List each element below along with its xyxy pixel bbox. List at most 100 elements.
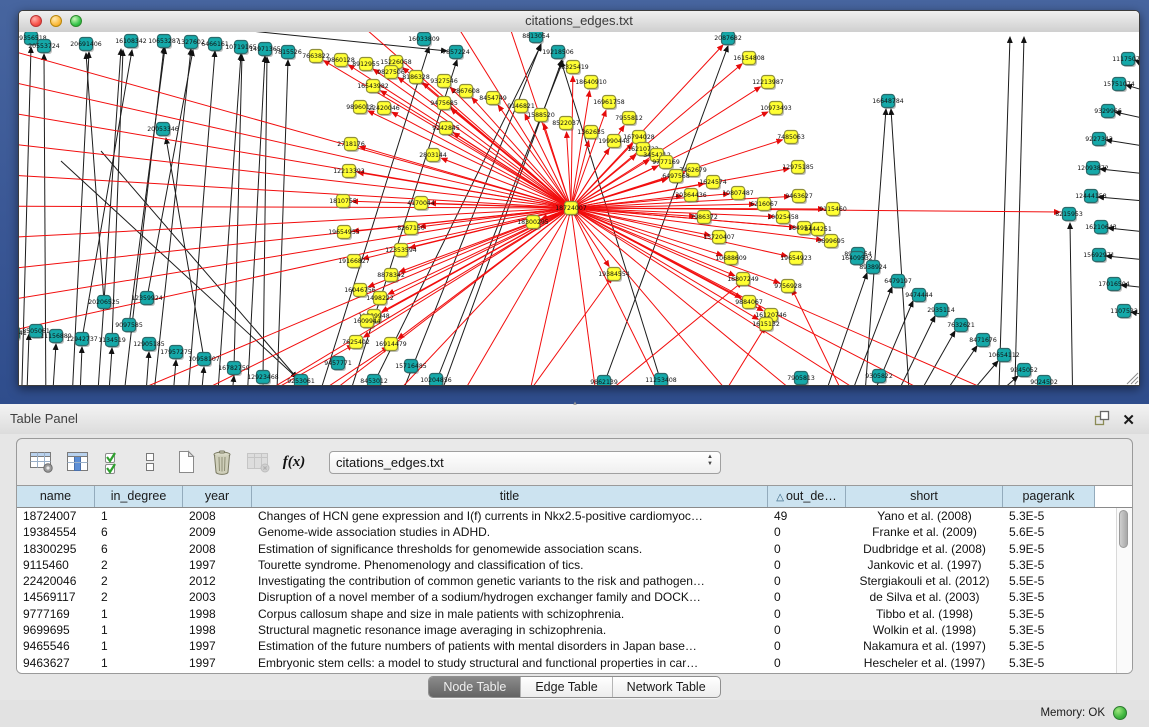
graph-node[interactable]: 2803144 bbox=[419, 149, 447, 164]
graph-node[interactable]: 16108342 bbox=[115, 35, 147, 50]
table-row[interactable]: 969969511998Structural magnetic resonanc… bbox=[17, 622, 1132, 638]
graph-node[interactable]: 20053346 bbox=[147, 123, 179, 138]
graph-node[interactable]: 10204856 bbox=[420, 374, 452, 386]
graph-node[interactable]: 7905813 bbox=[787, 372, 815, 386]
graph-node[interactable]: 19218506 bbox=[542, 46, 574, 61]
graph-node[interactable]: 10688609 bbox=[715, 252, 747, 267]
graph-node[interactable]: 16648784 bbox=[872, 95, 904, 110]
graph-node[interactable]: 10958107 bbox=[188, 353, 220, 368]
graph-node[interactable]: 8186328 bbox=[402, 71, 430, 86]
graph-node[interactable]: 15720407 bbox=[703, 231, 735, 246]
graph-node[interactable]: 7955812 bbox=[615, 112, 643, 127]
table-row[interactable]: 977716911998Corpus callosum shape and si… bbox=[17, 606, 1132, 622]
column-header-short[interactable]: short bbox=[846, 486, 1003, 507]
graph-node[interactable]: 8454749 bbox=[479, 92, 507, 107]
graph-node[interactable]: 11253408 bbox=[645, 374, 677, 386]
table-row[interactable]: 911546021997Tourette syndrome. Phenomeno… bbox=[17, 557, 1132, 573]
graph-node[interactable]: 8215953 bbox=[1055, 208, 1083, 223]
graph-node[interactable]: 17957275 bbox=[160, 346, 192, 361]
graph-node[interactable]: 9474444 bbox=[905, 289, 933, 304]
minimize-window-button[interactable] bbox=[50, 15, 62, 27]
graph-node[interactable]: 12213393 bbox=[333, 165, 365, 180]
graph-node[interactable]: 19384554 bbox=[598, 268, 630, 283]
graph-node[interactable]: 7986372 bbox=[690, 211, 718, 226]
table-settings-button[interactable] bbox=[27, 447, 57, 477]
graph-node[interactable]: 8453012 bbox=[360, 375, 388, 386]
graph-node[interactable]: 2935114 bbox=[927, 304, 955, 319]
graph-node[interactable]: 12213987 bbox=[752, 76, 784, 91]
close-panel-icon[interactable]: ✕ bbox=[1122, 413, 1135, 429]
graph-node[interactable]: 12353594 bbox=[385, 244, 417, 259]
graph-node[interactable]: 16782759 bbox=[218, 362, 250, 377]
graph-node[interactable]: 19654955 bbox=[328, 226, 360, 241]
show-columns-button[interactable] bbox=[63, 447, 93, 477]
column-header-in_degree[interactable]: in_degree bbox=[95, 486, 183, 507]
delete-rows-button[interactable] bbox=[207, 447, 237, 477]
graph-node[interactable]: 1588520 bbox=[527, 109, 555, 124]
select-all-button[interactable] bbox=[99, 447, 129, 477]
graph-node[interactable]: 15716485 bbox=[395, 360, 427, 375]
graph-node[interactable]: 20691406 bbox=[70, 38, 102, 53]
scrollbar-thumb[interactable] bbox=[1119, 510, 1128, 548]
graph-node[interactable]: 9245052 bbox=[1010, 364, 1038, 379]
graph-node[interactable]: 9862139 bbox=[590, 376, 618, 386]
new-table-button[interactable] bbox=[171, 447, 201, 477]
close-window-button[interactable] bbox=[30, 15, 42, 27]
graph-node[interactable]: 9115460 bbox=[819, 203, 847, 218]
graph-node[interactable]: 10025458 bbox=[767, 211, 799, 226]
graph-node[interactable]: 2087682 bbox=[714, 32, 742, 46]
column-header-pagerank[interactable]: pagerank bbox=[1003, 486, 1095, 507]
zoom-window-button[interactable] bbox=[70, 15, 82, 27]
graph-node[interactable]: 8522037 bbox=[552, 117, 580, 132]
graph-node[interactable]: 9024502 bbox=[1030, 376, 1058, 386]
float-panel-icon[interactable] bbox=[1094, 410, 1110, 431]
graph-node[interactable]: 7857224 bbox=[442, 46, 470, 61]
table-row[interactable]: 1456911722003Disruption of a novel membe… bbox=[17, 589, 1132, 605]
graph-node[interactable]: 7485063 bbox=[777, 131, 805, 146]
tab-network-table[interactable]: Network Table bbox=[613, 677, 720, 697]
graph-node[interactable]: 8813054 bbox=[522, 32, 550, 44]
graph-node[interactable]: 15692971 bbox=[1083, 249, 1115, 264]
graph-node[interactable]: 9097585 bbox=[115, 319, 143, 334]
graph-node[interactable]: 12444158 bbox=[1075, 190, 1107, 205]
graph-node[interactable]: 9329966 bbox=[1094, 105, 1122, 120]
graph-node[interactable]: 1134519 bbox=[98, 334, 126, 349]
graph-node[interactable]: 15751074 bbox=[1103, 78, 1135, 93]
graph-node[interactable]: 16154808 bbox=[733, 52, 765, 67]
graph-node[interactable]: 16210643 bbox=[1085, 221, 1117, 236]
column-header-name[interactable]: name bbox=[17, 486, 95, 507]
graph-node[interactable]: 9227343 bbox=[1085, 133, 1113, 148]
table-select-dropdown[interactable]: citations_edges.txt ▲▼ bbox=[329, 451, 721, 474]
graph-node[interactable]: 16033809 bbox=[408, 33, 440, 48]
window-resize-grip[interactable] bbox=[1127, 373, 1138, 384]
column-header-year[interactable]: year bbox=[183, 486, 252, 507]
graph-node[interactable]: 19654923 bbox=[780, 252, 812, 267]
graph-node[interactable]: 9463627 bbox=[785, 190, 813, 205]
graph-node[interactable]: 16961758 bbox=[593, 96, 625, 111]
table-row[interactable]: 1830029562008Estimation of significance … bbox=[17, 541, 1132, 557]
graph-node[interactable]: 8878342 bbox=[377, 269, 405, 284]
graph-node[interactable]: 2867608 bbox=[452, 85, 480, 100]
tab-edge-table[interactable]: Edge Table bbox=[521, 677, 612, 697]
delete-table-button[interactable] bbox=[243, 447, 273, 477]
table-row[interactable]: 1938455462009Genome-wide association stu… bbox=[17, 524, 1132, 540]
graph-node[interactable]: 1624574 bbox=[699, 176, 727, 191]
panel-splitter-handle[interactable]: ▴ bbox=[568, 400, 582, 407]
graph-node[interactable]: 19166827 bbox=[338, 255, 370, 270]
table-row[interactable]: 2242004622012Investigating the contribut… bbox=[17, 573, 1132, 589]
graph-node[interactable]: 12093872 bbox=[1077, 162, 1109, 177]
graph-node[interactable]: 9305822 bbox=[865, 370, 893, 385]
graph-node[interactable]: 9756928 bbox=[774, 280, 802, 295]
table-row[interactable]: 946362711997Embryonic stem cells: a mode… bbox=[17, 655, 1132, 671]
graph-node[interactable]: 16914479 bbox=[375, 338, 407, 353]
function-builder-button[interactable]: f(x) bbox=[279, 447, 309, 477]
graph-node[interactable]: 18640910 bbox=[575, 76, 607, 91]
tab-node-table[interactable]: Node Table bbox=[429, 677, 521, 697]
graph-node[interactable]: 11175074 bbox=[1112, 53, 1139, 68]
column-header-title[interactable]: title bbox=[252, 486, 768, 507]
graph-node[interactable]: 9327546 bbox=[430, 75, 458, 90]
row-height-button[interactable] bbox=[135, 447, 165, 477]
column-header-out_de[interactable]: △out_de… bbox=[768, 486, 846, 507]
graph-node[interactable]: 17016504 bbox=[1098, 278, 1130, 293]
graph-node[interactable]: 12975185 bbox=[782, 161, 814, 176]
